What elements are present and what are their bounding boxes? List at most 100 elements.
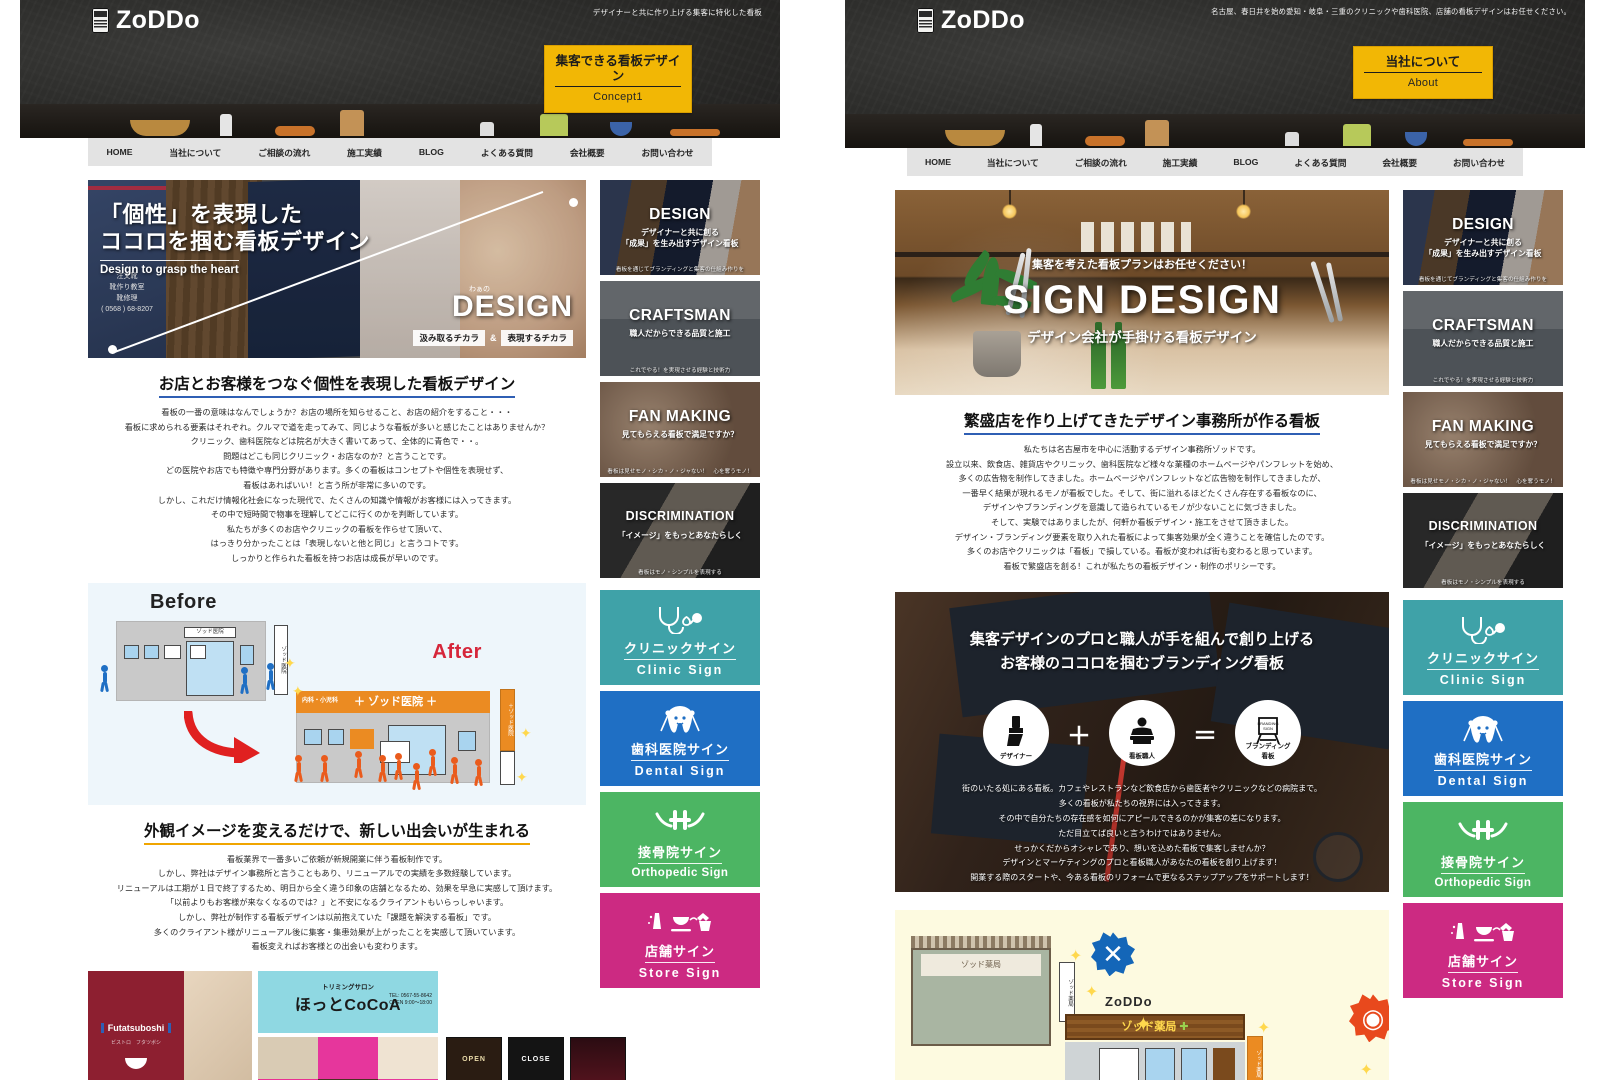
card-footnote: 看板は見せモノ・シカ・ノ・ジャない！ 心を奪うモノ！ — [1410, 479, 1556, 485]
header-cta-button[interactable]: 当社について About — [1353, 46, 1493, 99]
card-footnote: これでやる！を実現させる経験と技術力 — [1432, 378, 1534, 384]
nav-item-blog[interactable]: BLOG — [1215, 157, 1276, 167]
nav-item-works[interactable]: 施工実績 — [1145, 156, 1216, 169]
after-roof-left-text: 内科・小児科 — [302, 697, 339, 704]
craftsman-icon — [1127, 717, 1157, 749]
sidebar-button-store[interactable]: 店舗サイン Store Sign — [1403, 903, 1563, 998]
before-window — [190, 644, 206, 659]
nav-item-contact[interactable]: お問い合わせ — [623, 146, 712, 159]
formula-operator-plus: ＋ — [1067, 722, 1091, 750]
before-sign-plate: ゾッド医院 — [184, 626, 236, 638]
sidebar-card-design[interactable]: DESIGN デザイナーと共に創る 「成果」を生み出すデザイン看板 看板を通じてブ… — [600, 180, 760, 275]
sidebar-card-fanmaking[interactable]: FAN MAKING 見てもらえる看板で満足ですか？ 看板は見せモノ・シカ・ノ・… — [1403, 392, 1563, 487]
copy-line: 看板で繁盛店を創る！これが私たちの看板デザイン・制作のポリシーです。 — [1003, 561, 1281, 571]
sidebar-card-discrimination[interactable]: DISCRIMINATION 「イメージ」をもっとあなたらしく 看板はモノ・シン… — [1403, 493, 1563, 588]
old-shop-sign: ゾッド薬局 — [921, 954, 1041, 977]
nav-item-home[interactable]: HOME — [907, 157, 969, 167]
card-title-jp: 見てもらえる看板で満足ですか？ — [1424, 440, 1542, 449]
nav-item-works[interactable]: 施工実績 — [329, 146, 401, 159]
nav-item-company[interactable]: 会社概要 — [1364, 156, 1435, 169]
badge-o: ◉ — [1349, 994, 1389, 1043]
pedestrian — [266, 662, 276, 690]
sidebar-button-orthopedic[interactable]: 接骨院サイン Orthopedic Sign — [600, 792, 760, 887]
sidebar-button-dental[interactable]: 歯科医院サイン Dental Sign — [600, 691, 760, 786]
nav-item-faq[interactable]: よくある質問 — [462, 146, 551, 159]
card-footnote: 看板を通じてブランディングと集客の仕組み作りを — [615, 267, 745, 273]
sidebar-button-dental[interactable]: 歯科医院サイン Dental Sign — [1403, 701, 1563, 796]
copy-line: 「以前よりもお客様が来なくなるのでは？」と不安になるクライアントもいらっしゃいま… — [165, 898, 509, 908]
nav-item-contact[interactable]: お問い合わせ — [1435, 156, 1523, 169]
after-label: After — [432, 640, 482, 663]
stethoscope-icon — [600, 604, 760, 639]
nav-item-about[interactable]: 当社について — [151, 146, 240, 159]
tool-mallet-icon — [1145, 120, 1169, 146]
sidebar-card-discrimination[interactable]: DISCRIMINATION 「イメージ」をもっとあなたらしく 看板はモノ・シン… — [600, 483, 760, 578]
customer — [354, 750, 364, 778]
customer — [450, 756, 460, 784]
sidebar-card-craftsman[interactable]: CRAFTSMAN 職人だからできる品質と施工 これでやる！を実現させる経験と技… — [1403, 291, 1563, 386]
tool-handle-icon — [1085, 136, 1125, 146]
sparkle-icon: ✦ — [292, 682, 304, 699]
global-nav-left[interactable]: HOME 当社について ご相談の流れ 施工実績 BLOG よくある質問 会社概要… — [88, 138, 712, 166]
page-right: ZoDDo 名古屋、春日井を始め愛知・岐阜・三重のクリニックや歯科医院、店舗の看… — [845, 0, 1585, 1080]
main-column-right: 集客を考えた看板プランはお任せください！ SIGN DESIGN デザイン会社が… — [895, 190, 1389, 1080]
copy-line: しかし、弊社が制作する看板デザインは以前抱えていた「課題を解決する看板」です。 — [177, 912, 497, 922]
sidebar-card-fanmaking[interactable]: FAN MAKING 見てもらえる看板で満足ですか？ 看板は見せモノ・シカ・ノ・… — [600, 382, 760, 477]
before-window — [240, 644, 254, 665]
copy-line: しかし、これだけ情報化社会になった現代で、たくさんの知識や情報がお客様には入って… — [157, 495, 517, 505]
stand-board: OPEN — [446, 1036, 502, 1080]
tooth-icon — [600, 705, 760, 742]
card-footnote: 看板はモノ・シンプルを表現する — [1441, 580, 1525, 586]
x-icon: ✕ — [1102, 938, 1124, 969]
dark-banner-copy: 街のいたる処にある看板。カフェやレストランなど飲食店から歯医者やクリニックなどの… — [895, 782, 1389, 886]
cocoa-open: OPEN 9:00～18:00 — [389, 999, 432, 1006]
sidebar-right: DESIGN デザイナーと共に創る 「成果」を生み出すデザイン看板 看板を通じてブ… — [1403, 190, 1563, 1080]
sidebar-button-orthopedic[interactable]: 接骨院サイン Orthopedic Sign — [1403, 802, 1563, 897]
nav-item-about[interactable]: 当社について — [969, 156, 1057, 169]
customer — [412, 762, 422, 790]
customer — [428, 748, 438, 776]
sidebar-card-design[interactable]: DESIGN デザイナーと共に創る 「成果」を生み出すデザイン看板 看板を通じてブ… — [1403, 190, 1563, 285]
header-cta-button[interactable]: 集客できる看板デザイン Concept1 — [544, 45, 692, 113]
before-label: Before — [150, 590, 217, 613]
new-shop-roof-sign: ゾッド薬局 ✚ — [1065, 1014, 1245, 1041]
formula-designer: デザイナー — [983, 700, 1049, 767]
sidebar-button-store[interactable]: 店舗サイン Store Sign — [600, 893, 760, 988]
sidebar-button-clinic[interactable]: クリニックサイン Clinic Sign — [600, 590, 760, 685]
cocoa-top-label: トリミングサロン — [322, 983, 374, 991]
nav-item-company[interactable]: 会社概要 — [551, 146, 623, 159]
dark-title-line1: 集客デザインのプロと職人が手を組んで創り上げる — [969, 631, 1315, 649]
site-logo[interactable]: ZoDDo — [92, 6, 200, 35]
screenshot-stage: ZoDDo デザイナーと共に作り上げる集客に特化した看板 集客できる看板デザイン… — [0, 0, 1600, 1080]
new-shop-window — [1099, 1048, 1139, 1080]
nav-item-home[interactable]: HOME — [88, 147, 151, 157]
svg-text:SIGN: SIGN — [1263, 726, 1273, 731]
site-header-right: ZoDDo 名古屋、春日井を始め愛知・岐阜・三重のクリニックや歯科医院、店舗の看… — [845, 0, 1585, 148]
copy-line: 開業する際のスタートや、今ある看板のリフォームで更なるステップアップをサポートし… — [970, 873, 1314, 883]
thumb-cell — [318, 1036, 378, 1079]
sidebar-button-label-jp: クリニックサイン — [1426, 648, 1539, 670]
hero-banner-right: 集客を考えた看板プランはお任せください！ SIGN DESIGN デザイン会社が… — [895, 190, 1389, 395]
hero-title-line1: 「個性」を表現した — [100, 202, 303, 227]
copy-line: その中で短時間で物事を理解してどこに行くのかを判断しています。 — [210, 510, 464, 520]
sidebar-button-label-en: Store Sign — [638, 966, 722, 980]
formula-craftsman: 看板職人 — [1109, 700, 1175, 767]
nav-item-flow[interactable]: ご相談の流れ — [1057, 156, 1145, 169]
site-logo[interactable]: ZoDDo — [917, 6, 1025, 35]
bone-hands-icon — [1403, 816, 1563, 851]
global-nav-right[interactable]: HOME 当社について ご相談の流れ 施工実績 BLOG よくある質問 会社概要… — [907, 148, 1523, 176]
nav-item-flow[interactable]: ご相談の流れ — [240, 146, 329, 159]
hero-title-line2: ココロを掴む看板デザイン — [100, 228, 371, 254]
sparkle-icon: ✦ — [520, 724, 532, 741]
card-footnote: これでやる！を実現させる経験と技術力 — [629, 368, 731, 374]
sidebar-card-craftsman[interactable]: CRAFTSMAN 職人だからできる品質と施工 これでやる！を実現させる経験と技… — [600, 281, 760, 376]
nav-item-blog[interactable]: BLOG — [400, 147, 462, 157]
sidebar-button-label-en: Clinic Sign — [636, 663, 724, 677]
sidebar-left: DESIGN デザイナーと共に創る 「成果」を生み出すデザイン看板 看板を通じてブ… — [600, 180, 760, 1080]
copy-line: 私たちが多くのお店やクリニックの看板を作らせて頂いて、 — [226, 524, 448, 534]
sidebar-button-clinic[interactable]: クリニックサイン Clinic Sign — [1403, 600, 1563, 695]
section-copy-1: 看板の一番の意味はなんでしょうか？お店の場所を知らせること、お店の紹介をすること… — [88, 406, 586, 567]
nav-item-faq[interactable]: よくある質問 — [1276, 156, 1364, 169]
card-footnote: 看板はモノ・シンプルを表現する — [638, 570, 722, 576]
stand-board: CLOSE — [508, 1036, 564, 1080]
